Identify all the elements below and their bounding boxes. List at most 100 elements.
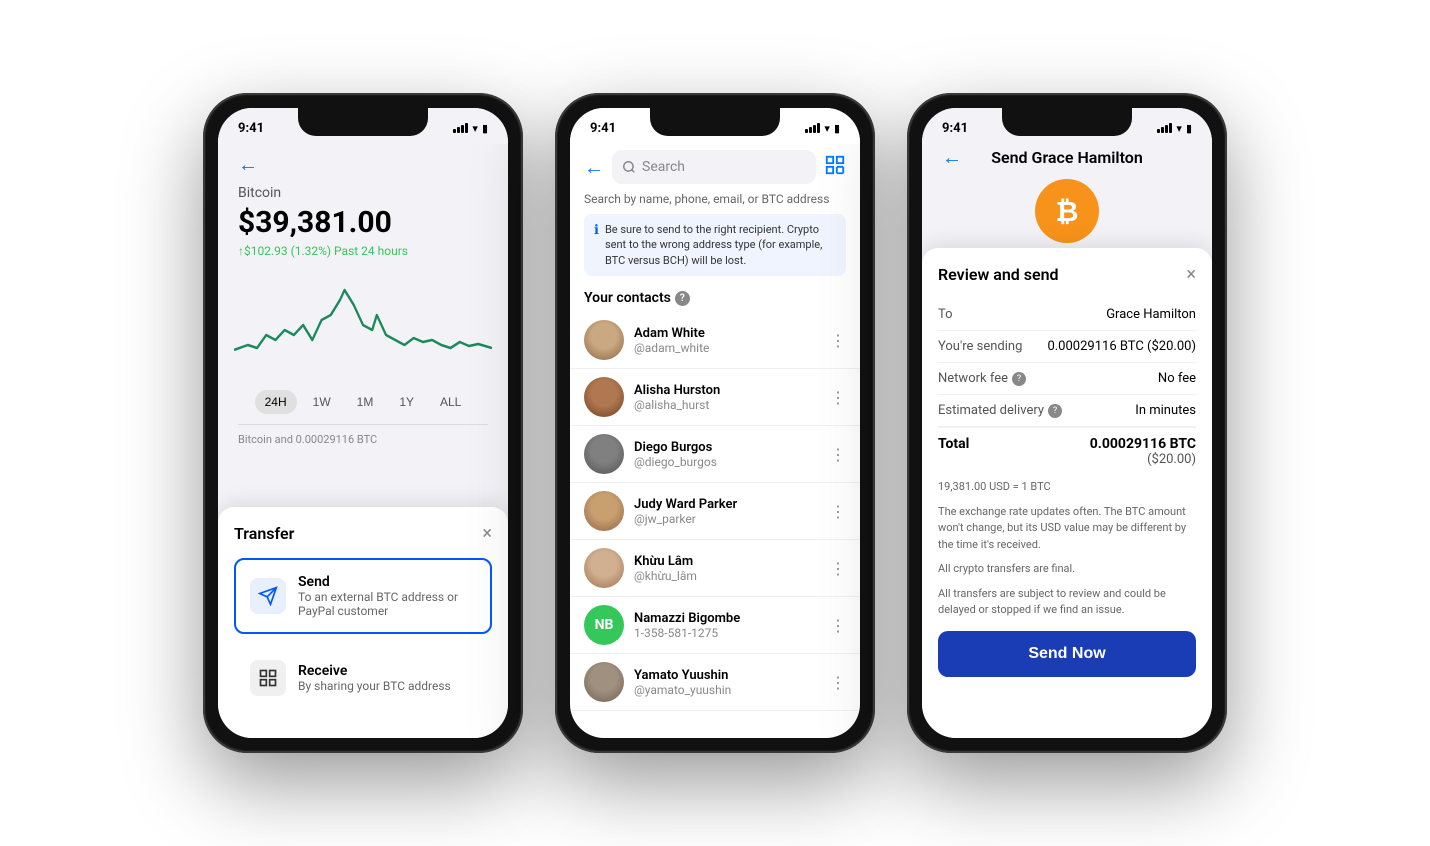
send-option[interactable]: Send To an external BTC address or PayPa…: [234, 558, 492, 634]
review-label-to: To: [938, 307, 953, 322]
avatar-alisha: [584, 377, 624, 417]
review-row-to: To Grace Hamilton: [938, 299, 1196, 331]
search-box[interactable]: Search: [612, 150, 816, 184]
warning-box: ℹ Be sure to send to the right recipient…: [584, 214, 846, 276]
receive-subtitle: By sharing your BTC address: [298, 679, 451, 693]
filter-1m[interactable]: 1M: [347, 390, 384, 414]
dots-menu-khu[interactable]: ⋮: [830, 559, 846, 578]
dots-menu-adam[interactable]: ⋮: [830, 331, 846, 350]
receive-title: Receive: [298, 663, 451, 679]
time-filters: 24H 1W 1M 1Y ALL: [238, 390, 488, 414]
phone-1: 9:41 ▾ ▮ ← Bitcoin $: [203, 93, 523, 753]
search-magnifier-icon: [622, 160, 636, 174]
avatar-adam: [584, 320, 624, 360]
phones-container: 9:41 ▾ ▮ ← Bitcoin $: [183, 73, 1247, 773]
contact-adam[interactable]: Adam White @adam_white ⋮: [570, 312, 860, 369]
dots-menu-judy[interactable]: ⋮: [830, 502, 846, 521]
contacts-label: Your contacts ?: [570, 286, 860, 312]
receive-text: Receive By sharing your BTC address: [298, 663, 451, 693]
filter-1y[interactable]: 1Y: [389, 390, 424, 414]
contact-diego[interactable]: Diego Burgos @diego_burgos ⋮: [570, 426, 860, 483]
screen-3-review: 9:41 ▾ ▮ ← Send Grace Hamilton: [922, 108, 1212, 738]
filter-all[interactable]: ALL: [430, 390, 471, 414]
contact-judy[interactable]: Judy Ward Parker @jw_parker ⋮: [570, 483, 860, 540]
disclaimer-4: All transfers are subject to review and …: [938, 586, 1196, 619]
battery-icon-1: ▮: [482, 122, 488, 135]
review-value-fee: No fee: [1158, 371, 1196, 386]
review-label-sending: You're sending: [938, 339, 1022, 354]
avatar-khu: [584, 548, 624, 588]
total-btc: 0.00029116 BTC: [1090, 436, 1196, 452]
contact-name-adam: Adam White: [634, 326, 820, 341]
fee-label-row: Network fee ?: [938, 371, 1026, 386]
crypto-price: $39,381.00: [238, 205, 488, 240]
send-header: ← Send Grace Hamilton: [922, 144, 1212, 179]
search-hint: Search by name, phone, email, or BTC add…: [570, 192, 860, 214]
notch-2: [650, 108, 780, 136]
contact-handle-alisha: @alisha_hurst: [634, 398, 820, 412]
back-btn-2[interactable]: ←: [584, 155, 604, 180]
delivery-help-icon[interactable]: ?: [1048, 404, 1062, 418]
contact-khu[interactable]: Khừu Lâm @khừu_lâm ⋮: [570, 540, 860, 597]
contact-name-khu: Khừu Lâm: [634, 554, 820, 569]
contact-name-diego: Diego Burgos: [634, 440, 820, 455]
send-subtitle: To an external BTC address or PayPal cus…: [298, 590, 476, 618]
review-value-sending: 0.00029116 BTC ($20.00): [1047, 339, 1196, 354]
signal-icon-1: [453, 123, 468, 133]
price-change: ↑$102.93 (1.32%) Past 24 hours: [238, 244, 488, 258]
delivery-label-row: Estimated delivery ?: [938, 403, 1062, 418]
contact-info-diego: Diego Burgos @diego_burgos: [634, 440, 820, 469]
wifi-icon-2: ▾: [824, 122, 830, 135]
contact-handle-khu: @khừu_lâm: [634, 569, 820, 583]
status-time-2: 9:41: [590, 121, 616, 136]
modal-close-button[interactable]: ×: [482, 523, 492, 544]
contact-yamato[interactable]: Yamato Yuushin @yamato_yuushin ⋮: [570, 654, 860, 711]
contact-alisha[interactable]: Alisha Hurston @alisha_hurst ⋮: [570, 369, 860, 426]
phone-3: 9:41 ▾ ▮ ← Send Grace Hamilton: [907, 93, 1227, 753]
wifi-icon-3: ▾: [1176, 122, 1182, 135]
btc-circle-icon: ₿: [1035, 179, 1099, 243]
review-row-delivery: Estimated delivery ? In minutes: [938, 395, 1196, 427]
send-now-button[interactable]: Send Now: [938, 631, 1196, 677]
dots-menu-alisha[interactable]: ⋮: [830, 388, 846, 407]
contact-handle-yamato: @yamato_yuushin: [634, 683, 820, 697]
review-label-delivery: Estimated delivery: [938, 403, 1044, 418]
contact-namazzi[interactable]: NB Namazzi Bigombe 1-358-581-1275 ⋮: [570, 597, 860, 654]
contact-info-alisha: Alisha Hurston @alisha_hurst: [634, 383, 820, 412]
avatar-diego: [584, 434, 624, 474]
dots-menu-diego[interactable]: ⋮: [830, 445, 846, 464]
send-title: Send: [298, 574, 476, 590]
receive-option[interactable]: Receive By sharing your BTC address: [234, 644, 492, 712]
dots-menu-namazzi[interactable]: ⋮: [830, 616, 846, 635]
contact-info-judy: Judy Ward Parker @jw_parker: [634, 497, 820, 526]
bitcoin-hero: ₿: [922, 179, 1212, 243]
transfer-modal: Transfer × Send To an external BTC: [218, 507, 508, 738]
filter-1w[interactable]: 1W: [303, 390, 341, 414]
review-close-button[interactable]: ×: [1186, 264, 1196, 285]
contact-name-judy: Judy Ward Parker: [634, 497, 820, 512]
total-row: Total 0.00029116 BTC ($20.00): [938, 427, 1196, 471]
qr-scan-icon[interactable]: [824, 154, 846, 181]
dots-menu-yamato[interactable]: ⋮: [830, 673, 846, 692]
review-row-sending: You're sending 0.00029116 BTC ($20.00): [938, 331, 1196, 363]
review-value-delivery: In minutes: [1135, 403, 1196, 418]
info-icon: ℹ: [594, 223, 599, 238]
modal-header: Transfer ×: [234, 523, 492, 544]
send-text: Send To an external BTC address or PayPa…: [298, 574, 476, 618]
status-icons-1: ▾ ▮: [453, 122, 488, 135]
crypto-label: Bitcoin: [238, 185, 488, 201]
contact-name-alisha: Alisha Hurston: [634, 383, 820, 398]
contact-info-yamato: Yamato Yuushin @yamato_yuushin: [634, 668, 820, 697]
signal-icon-2: [805, 123, 820, 133]
fee-help-icon[interactable]: ?: [1012, 372, 1026, 386]
signal-icon-3: [1157, 123, 1172, 133]
back-arrow-1[interactable]: ←: [238, 152, 488, 177]
contacts-help-icon[interactable]: ?: [675, 291, 690, 306]
filter-24h[interactable]: 24H: [255, 390, 297, 414]
total-label: Total: [938, 436, 969, 452]
screen-1-bitcoin: 9:41 ▾ ▮ ← Bitcoin $: [218, 108, 508, 738]
back-btn-3[interactable]: ←: [942, 145, 962, 170]
btc-amount-row: Bitcoin and 0.00029116 BTC: [238, 424, 488, 446]
notch-3: [1002, 108, 1132, 136]
avatar-namazzi: NB: [584, 605, 624, 645]
